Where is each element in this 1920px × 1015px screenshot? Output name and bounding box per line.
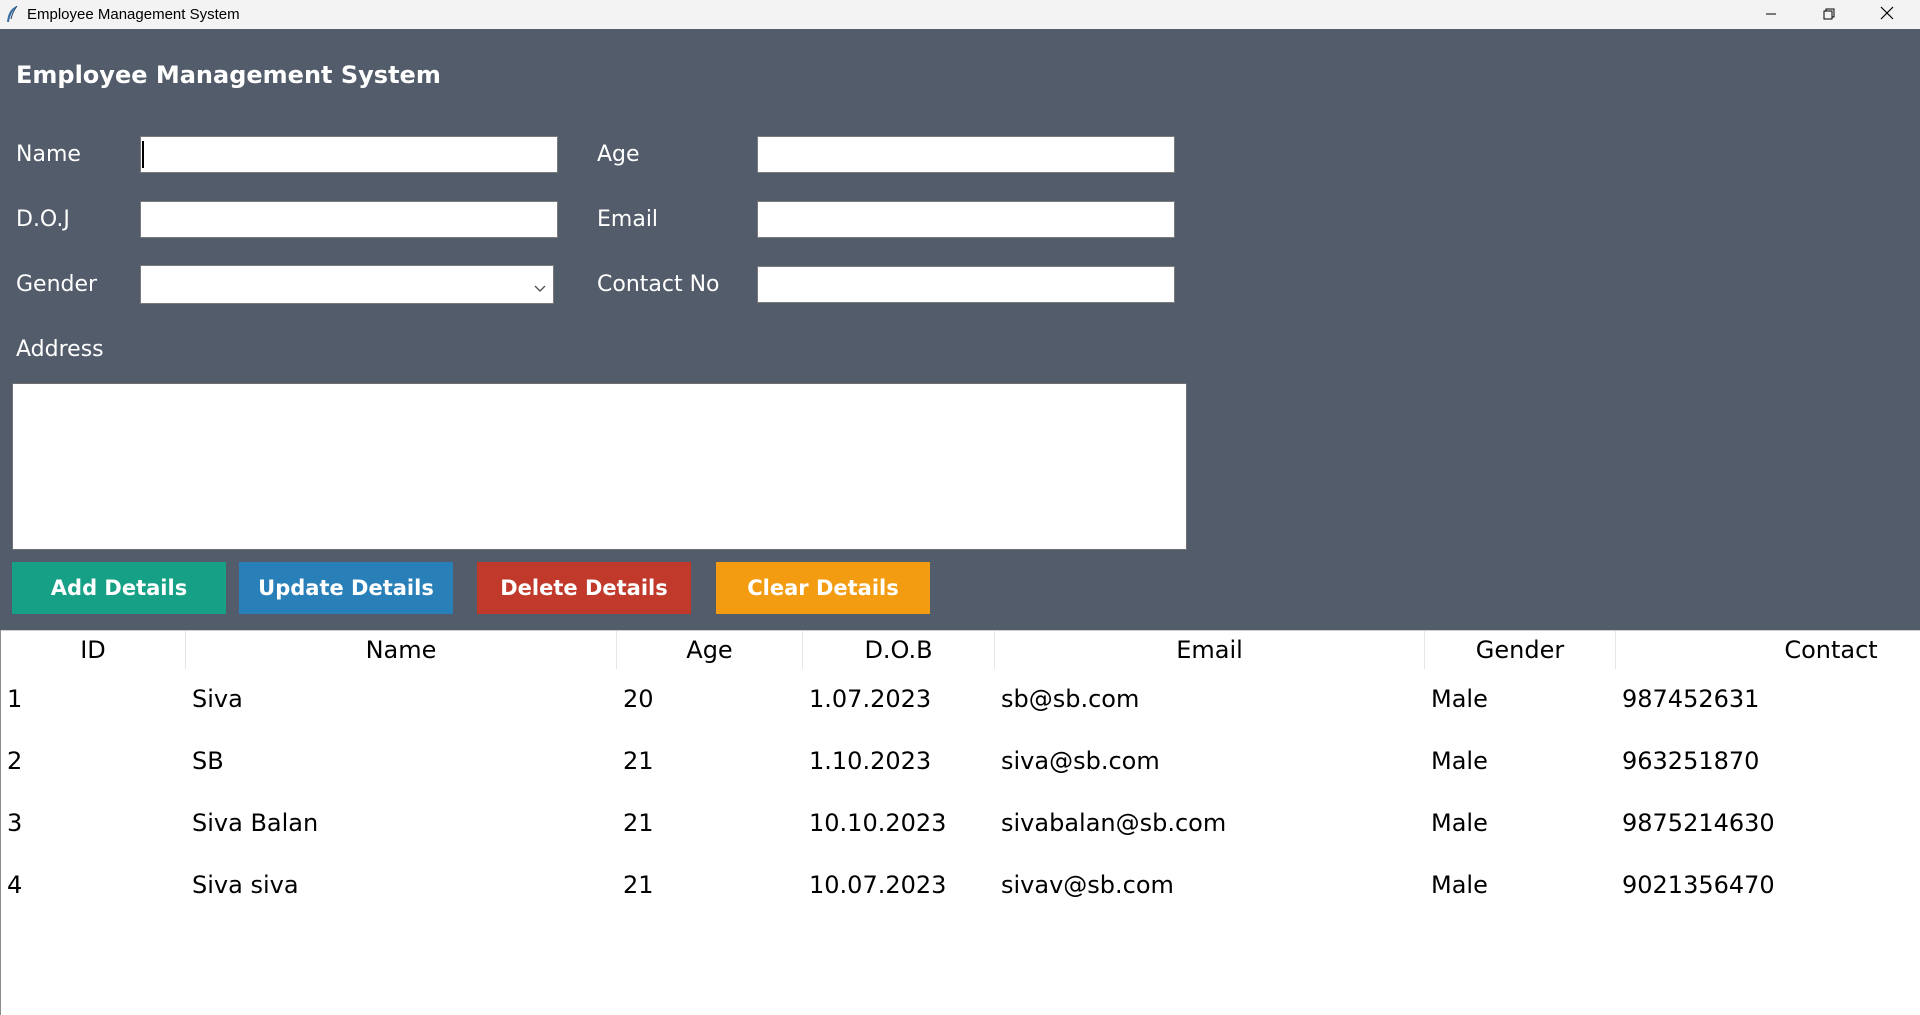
- contact-label: Contact No: [597, 272, 720, 297]
- column-header-name[interactable]: Name: [186, 631, 617, 669]
- gender-select[interactable]: [140, 265, 554, 304]
- cell-gender: Male: [1431, 747, 1488, 775]
- column-header-age[interactable]: Age: [617, 631, 803, 669]
- app-window: Employee Management System Employee Mana…: [0, 0, 1920, 1015]
- cell-dob: 1.07.2023: [809, 685, 932, 713]
- cell-id: 3: [7, 809, 23, 837]
- cell-age: 20: [623, 685, 654, 713]
- name-input[interactable]: [140, 136, 558, 173]
- cell-id: 1: [7, 685, 23, 713]
- email-input[interactable]: [757, 201, 1175, 238]
- cell-name: SB: [192, 747, 224, 775]
- table-row[interactable]: 4 Siva siva 21 10.07.2023 sivav@sb.com M…: [1, 854, 1920, 916]
- column-header-email[interactable]: Email: [995, 631, 1425, 669]
- email-label: Email: [597, 207, 659, 232]
- restore-icon: [1823, 5, 1835, 24]
- table-row[interactable]: 1 Siva 20 1.07.2023 sb@sb.com Male 98745…: [1, 668, 1920, 730]
- cell-id: 2: [7, 747, 23, 775]
- cell-email: sivav@sb.com: [1001, 871, 1174, 899]
- cell-contact: 9875214630: [1622, 809, 1775, 837]
- minimize-icon: [1765, 5, 1777, 24]
- text-cursor: [142, 141, 144, 168]
- window-title: Employee Management System: [27, 6, 240, 23]
- minimize-button[interactable]: [1742, 0, 1800, 29]
- maximize-button[interactable]: [1800, 0, 1858, 29]
- add-details-button[interactable]: Add Details: [12, 562, 226, 614]
- age-label: Age: [597, 142, 640, 167]
- name-label: Name: [16, 142, 81, 167]
- cell-dob: 10.07.2023: [809, 871, 947, 899]
- doj-input[interactable]: [140, 201, 558, 238]
- cell-dob: 10.10.2023: [809, 809, 947, 837]
- column-header-gender[interactable]: Gender: [1425, 631, 1616, 669]
- title-bar: Employee Management System: [0, 0, 1920, 29]
- cell-contact: 987452631: [1622, 685, 1760, 713]
- chevron-down-icon[interactable]: [533, 279, 547, 292]
- column-header-contact[interactable]: Contact: [1616, 631, 1920, 669]
- cell-contact: 963251870: [1622, 747, 1760, 775]
- contact-input[interactable]: [757, 266, 1175, 303]
- close-icon: [1880, 5, 1894, 24]
- column-header-dob[interactable]: D.O.B: [803, 631, 995, 669]
- cell-email: sivabalan@sb.com: [1001, 809, 1227, 837]
- gender-label: Gender: [16, 272, 98, 297]
- delete-details-button[interactable]: Delete Details: [477, 562, 691, 614]
- cell-name: Siva siva: [192, 871, 299, 899]
- update-details-button[interactable]: Update Details: [239, 562, 453, 614]
- cell-name: Siva: [192, 685, 243, 713]
- table-row[interactable]: 3 Siva Balan 21 10.10.2023 sivabalan@sb.…: [1, 792, 1920, 854]
- cell-name: Siva Balan: [192, 809, 319, 837]
- cell-dob: 1.10.2023: [809, 747, 932, 775]
- address-textarea[interactable]: [12, 383, 1187, 550]
- cell-age: 21: [623, 747, 654, 775]
- cell-email: siva@sb.com: [1001, 747, 1160, 775]
- cell-gender: Male: [1431, 871, 1488, 899]
- address-label: Address: [16, 337, 104, 362]
- cell-id: 4: [7, 871, 23, 899]
- table-header: ID Name Age D.O.B Email Gender Contact: [1, 630, 1920, 669]
- employee-table[interactable]: ID Name Age D.O.B Email Gender Contact 1…: [0, 630, 1920, 1015]
- cell-email: sb@sb.com: [1001, 685, 1140, 713]
- close-button[interactable]: [1858, 0, 1916, 29]
- doj-label: D.O.J: [16, 207, 70, 232]
- column-header-id[interactable]: ID: [1, 631, 186, 669]
- feather-icon: [5, 5, 19, 23]
- form-title: Employee Management System: [16, 61, 441, 89]
- cell-age: 21: [623, 809, 654, 837]
- entry-form-panel: Employee Management System Name Age D.O.…: [0, 29, 1920, 630]
- cell-gender: Male: [1431, 809, 1488, 837]
- age-input[interactable]: [757, 136, 1175, 173]
- cell-age: 21: [623, 871, 654, 899]
- clear-details-button[interactable]: Clear Details: [716, 562, 930, 614]
- cell-gender: Male: [1431, 685, 1488, 713]
- table-row[interactable]: 2 SB 21 1.10.2023 siva@sb.com Male 96325…: [1, 730, 1920, 792]
- cell-contact: 9021356470: [1622, 871, 1775, 899]
